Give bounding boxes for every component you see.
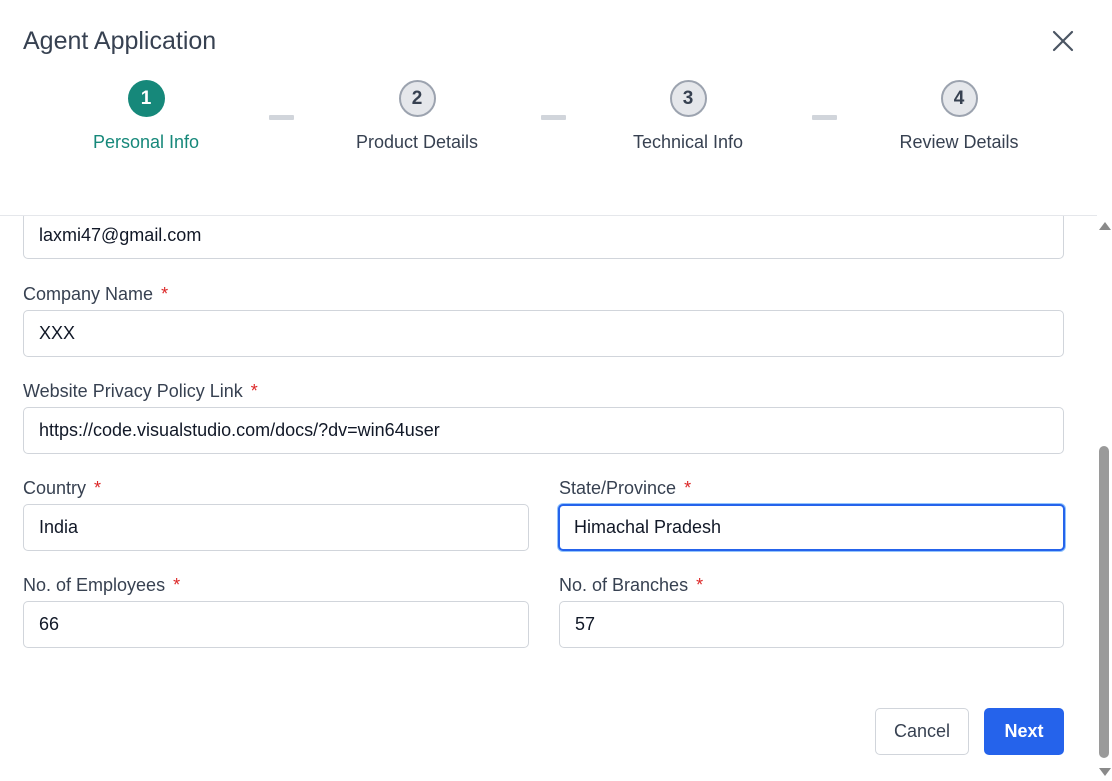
required-marker: *	[173, 575, 181, 595]
country-label: Country *	[23, 478, 101, 499]
step-label: Personal Info	[92, 132, 200, 152]
scrollbar-thumb[interactable]	[1099, 446, 1109, 758]
state-value: Himachal Pradesh	[574, 517, 722, 537]
email-value: laxmi47@gmail.com	[39, 225, 202, 245]
country-label-text: Country	[23, 478, 87, 498]
required-marker: *	[161, 284, 169, 304]
branches-value: 57	[575, 614, 596, 634]
step-connector	[812, 115, 837, 120]
employees-label: No. of Employees *	[23, 575, 180, 596]
step-personal-info[interactable]: 1 Personal Info	[46, 80, 246, 153]
branches-label-text: No. of Branches	[559, 575, 689, 595]
step-label: Review Details	[899, 132, 1019, 152]
company-name-label: Company Name *	[23, 284, 168, 305]
application-form: laxmi47@gmail.com Company Name * XXX Webs…	[0, 216, 1097, 781]
step-technical-info[interactable]: 3 Technical Info	[588, 80, 788, 153]
privacy-link-value: https://code.visualstudio.com/docs/?dv=w…	[39, 420, 440, 440]
next-button[interactable]: Next	[984, 708, 1064, 755]
required-marker: *	[684, 478, 692, 498]
step-number: 4	[940, 80, 978, 117]
branches-label: No. of Branches *	[559, 575, 703, 596]
required-marker: *	[250, 381, 258, 401]
branches-field[interactable]: 57	[559, 601, 1064, 648]
privacy-link-label-text: Website Privacy Policy Link	[23, 381, 243, 401]
step-connector	[541, 115, 566, 120]
step-number: 2	[398, 80, 436, 117]
country-field[interactable]: India	[23, 504, 529, 551]
privacy-link-field[interactable]: https://code.visualstudio.com/docs/?dv=w…	[23, 407, 1064, 454]
step-label: Technical Info	[632, 132, 744, 152]
step-number: 1	[127, 80, 165, 117]
stepper: 1 Personal Info 2 Product Details 3 Tech…	[0, 0, 1112, 215]
state-label: State/Province *	[559, 478, 691, 499]
privacy-link-label: Website Privacy Policy Link *	[23, 381, 258, 402]
step-label: Product Details	[355, 132, 479, 152]
state-label-text: State/Province	[559, 478, 677, 498]
state-field[interactable]: Himachal Pradesh	[558, 504, 1065, 551]
employees-label-text: No. of Employees	[23, 575, 166, 595]
step-connector	[269, 115, 294, 120]
required-marker: *	[696, 575, 704, 595]
scrollbar[interactable]	[1097, 216, 1112, 781]
step-product-details[interactable]: 2 Product Details	[317, 80, 517, 153]
company-name-label-text: Company Name	[23, 284, 154, 304]
step-number: 3	[669, 80, 707, 117]
step-review-details[interactable]: 4 Review Details	[859, 80, 1059, 153]
country-value: India	[39, 517, 79, 537]
scroll-down-arrow-icon[interactable]	[1099, 768, 1111, 776]
employees-value: 66	[39, 614, 60, 634]
company-name-field[interactable]: XXX	[23, 310, 1064, 357]
required-marker: *	[94, 478, 102, 498]
email-field[interactable]: laxmi47@gmail.com	[23, 216, 1064, 259]
employees-field[interactable]: 66	[23, 601, 529, 648]
company-name-value: XXX	[39, 323, 76, 343]
scroll-up-arrow-icon[interactable]	[1099, 222, 1111, 230]
cancel-button[interactable]: Cancel	[875, 708, 969, 755]
